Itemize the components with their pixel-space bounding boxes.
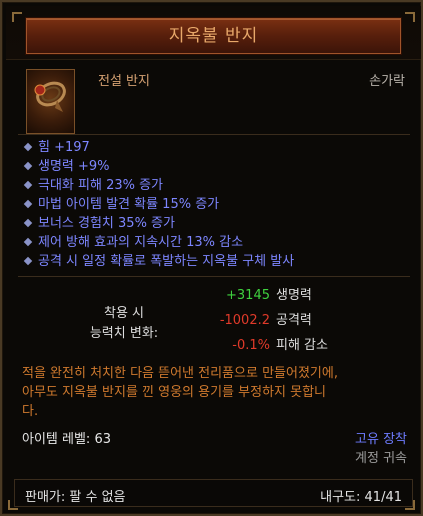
tooltip-footer: 판매가: 팔 수 없음 내구도: 41/41 [14, 479, 413, 507]
account-bound-tag: 계정 귀속 [355, 451, 407, 466]
stat-change-row: -0.1% 피해 감소 [200, 336, 328, 356]
flavor-text: 적을 완전히 처치한 다음 뜯어낸 전리품으로 만들어졌기에, 아무도 지옥불 … [22, 366, 338, 419]
frame-corner [405, 12, 415, 22]
stat-change-value: -1002.2 [219, 313, 270, 328]
property-row: 마법 아이템 발견 확률 15% 증가 [22, 195, 412, 214]
property-row: 제어 방해 효과의 지속시간 13% 감소 [22, 233, 412, 252]
item-level: 아이템 레벨: 63 [22, 432, 111, 447]
frame-corner [405, 500, 415, 510]
item-name: 지옥불 반지 [168, 26, 259, 46]
item-slot: 손가락 [369, 74, 405, 89]
bullet-icon [23, 256, 33, 266]
tooltip-header: 지옥불 반지 [6, 6, 421, 60]
stat-change-value: -0.1% [232, 338, 270, 353]
stat-change-row: +3145 생명력 [200, 286, 312, 306]
bullet-icon [23, 218, 33, 228]
item-body: 전설 반지 손가락 힘 +197 생명력 +9% 극대화 피해 23% 증가 마… [14, 60, 413, 470]
property-row: 힘 +197 [22, 138, 412, 157]
frame-corner [12, 12, 22, 22]
item-type: 전설 반지 [98, 74, 150, 89]
stat-change-stat: 공격력 [276, 313, 312, 328]
stat-change-stat: 피해 감소 [276, 338, 328, 353]
ring-icon [26, 69, 75, 134]
title-plate: 지옥불 반지 [26, 18, 401, 54]
property-list: 힘 +197 생명력 +9% 극대화 피해 23% 증가 마법 아이템 발견 확… [22, 138, 412, 271]
stat-change-stat: 생명력 [276, 288, 312, 303]
item-tooltip: 지옥불 반지 전설 반지 손가락 힘 +197 생명력 +9% 극대화 피해 2… [0, 0, 423, 516]
property-row: 생명력 +9% [22, 157, 412, 176]
bullet-icon [23, 237, 33, 247]
stat-change-label: 착용 시 능력치 변화: [89, 306, 159, 341]
divider [18, 134, 410, 135]
bullet-icon [23, 142, 33, 152]
property-row: 공격 시 일정 확률로 폭발하는 지옥불 구체 발사 [22, 252, 412, 271]
frame-corner [8, 500, 18, 510]
bullet-icon [23, 180, 33, 190]
property-row: 보너스 경험치 35% 증가 [22, 214, 412, 233]
sell-price: 판매가: 팔 수 없음 [25, 490, 126, 505]
unique-equipped-tag: 고유 장착 [355, 432, 407, 447]
stat-change-row: -1002.2 공격력 [200, 311, 312, 331]
durability: 내구도: 41/41 [320, 490, 402, 505]
property-row: 극대화 피해 23% 증가 [22, 176, 412, 195]
bullet-icon [23, 199, 33, 209]
bullet-icon [23, 161, 33, 171]
stat-change-value: +3145 [226, 288, 270, 303]
divider [18, 276, 410, 277]
